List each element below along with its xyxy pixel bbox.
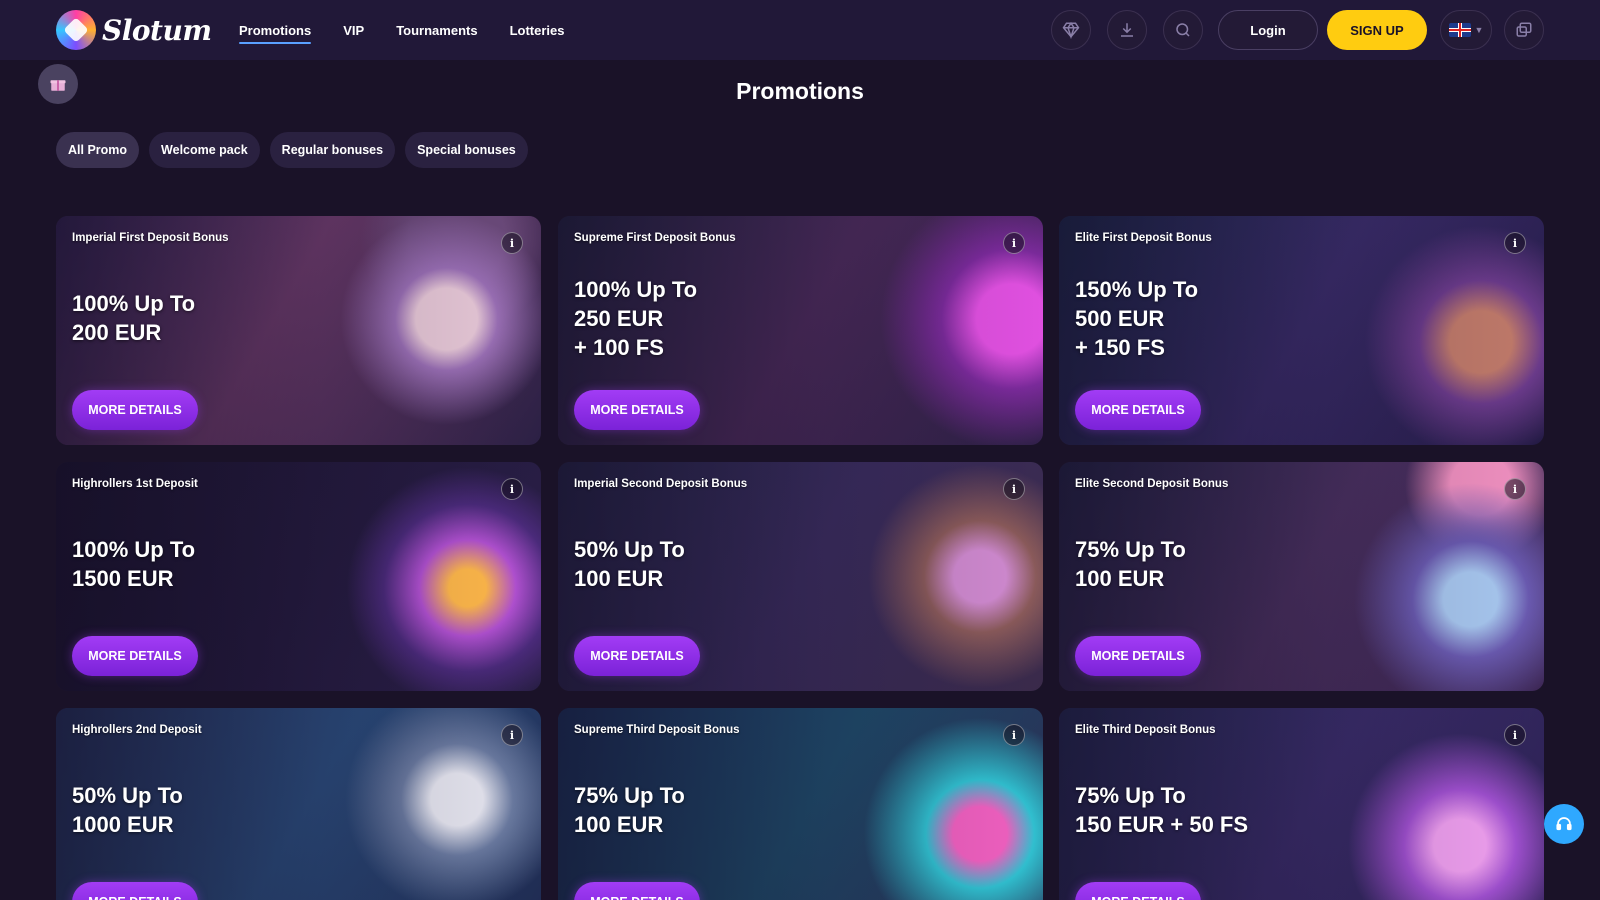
filter-welcome-pack[interactable]: Welcome pack (149, 132, 260, 168)
promo-card-offer: 75% Up To 100 EUR (574, 783, 685, 837)
search-button[interactable] (1163, 10, 1203, 50)
login-button[interactable]: Login (1218, 10, 1318, 50)
filter-regular-bonuses[interactable]: Regular bonuses (269, 132, 396, 168)
vip-diamond-button[interactable] (1051, 10, 1091, 50)
more-details-button[interactable]: MORE DETAILS (72, 390, 198, 430)
promo-card-title: Highrollers 1st Deposit (72, 478, 198, 490)
promo-card: Elite First Deposit Bonus 150% Up To 500… (1059, 216, 1544, 445)
more-details-button[interactable]: MORE DETAILS (574, 636, 700, 676)
more-details-button[interactable]: MORE DETAILS (1075, 390, 1201, 430)
promo-card-title: Elite Second Deposit Bonus (1075, 478, 1229, 490)
promo-card: Supreme First Deposit Bonus 100% Up To 2… (558, 216, 1043, 445)
promo-card-offer: 100% Up To 200 EUR (72, 291, 196, 345)
more-details-button[interactable]: MORE DETAILS (72, 882, 198, 900)
info-icon[interactable]: i (501, 478, 523, 500)
logo-icon (56, 10, 96, 50)
page-title: Promotions (736, 78, 864, 104)
uk-flag-icon (1448, 23, 1471, 37)
filter-all-promo[interactable]: All Promo (56, 132, 140, 168)
promo-card-offer: 75% Up To 150 EUR + 50 FS (1075, 783, 1249, 837)
diamond-icon (1062, 21, 1080, 39)
nav-vip[interactable]: VIP (343, 0, 364, 60)
promo-card-title: Imperial Second Deposit Bonus (574, 478, 748, 490)
top-header: Slotum Promotions VIP Tournaments Lotter… (0, 0, 1600, 60)
language-selector[interactable]: ▼ (1440, 10, 1492, 50)
promo-card-title: Imperial First Deposit Bonus (72, 232, 229, 244)
chat-button[interactable] (1504, 10, 1544, 50)
promo-card-title: Supreme Third Deposit Bonus (574, 724, 740, 736)
promo-card-offer: 50% Up To 1000 EUR (72, 783, 183, 837)
main-nav: Promotions VIP Tournaments Lotteries (239, 0, 565, 60)
download-button[interactable] (1107, 10, 1147, 50)
promo-card: Elite Third Deposit Bonus 75% Up To 150 … (1059, 708, 1544, 900)
promo-card: Highrollers 1st Deposit 100% Up To 1500 … (56, 462, 541, 691)
more-details-button[interactable]: MORE DETAILS (574, 390, 700, 430)
chat-icon (1516, 22, 1532, 37)
headset-icon (1556, 817, 1572, 831)
promo-card-offer: 150% Up To 500 EUR + 150 FS (1075, 277, 1199, 360)
search-icon (1176, 23, 1190, 37)
promo-card-offer: 50% Up To 100 EUR (574, 537, 685, 591)
promo-card: Supreme Third Deposit Bonus 75% Up To 10… (558, 708, 1043, 900)
chevron-down-icon: ▼ (1474, 25, 1484, 35)
nav-tournaments[interactable]: Tournaments (396, 0, 477, 60)
info-icon[interactable]: i (1003, 478, 1025, 500)
nav-promotions[interactable]: Promotions (239, 0, 312, 60)
promo-card: Imperial Second Deposit Bonus 50% Up To … (558, 462, 1043, 691)
logo[interactable]: Slotum (56, 10, 212, 50)
promo-card: Imperial First Deposit Bonus 100% Up To … (56, 216, 541, 445)
more-details-button[interactable]: MORE DETAILS (72, 636, 198, 676)
info-icon[interactable]: i (1003, 232, 1025, 254)
info-icon[interactable]: i (1504, 724, 1526, 746)
more-details-button[interactable]: MORE DETAILS (1075, 636, 1201, 676)
info-icon[interactable]: i (1504, 232, 1526, 254)
info-icon[interactable]: i (501, 724, 523, 746)
info-icon[interactable]: i (1504, 478, 1526, 500)
more-details-button[interactable]: MORE DETAILS (1075, 882, 1201, 900)
promo-card-offer: 100% Up To 250 EUR + 100 FS (574, 277, 698, 360)
promo-card-title: Elite First Deposit Bonus (1075, 232, 1212, 244)
filter-special-bonuses[interactable]: Special bonuses (405, 132, 528, 168)
promo-card-offer: 100% Up To 1500 EUR (72, 537, 196, 591)
more-details-button[interactable]: MORE DETAILS (574, 882, 700, 900)
nav-lotteries[interactable]: Lotteries (510, 0, 565, 60)
promo-card-title: Elite Third Deposit Bonus (1075, 724, 1216, 736)
promo-filters: All Promo Welcome pack Regular bonuses S… (56, 132, 528, 168)
logo-text: Slotum (102, 13, 212, 47)
promo-card: Highrollers 2nd Deposit 50% Up To 1000 E… (56, 708, 541, 900)
signup-button[interactable]: SIGN UP (1327, 10, 1427, 50)
promo-card-title: Supreme First Deposit Bonus (574, 232, 736, 244)
support-button[interactable] (1544, 804, 1584, 844)
info-icon[interactable]: i (1003, 724, 1025, 746)
promo-card: Elite Second Deposit Bonus 75% Up To 100… (1059, 462, 1544, 691)
promo-card-title: Highrollers 2nd Deposit (72, 724, 202, 736)
download-icon (1121, 23, 1133, 37)
promo-card-offer: 75% Up To 100 EUR (1075, 537, 1186, 591)
info-icon[interactable]: i (501, 232, 523, 254)
